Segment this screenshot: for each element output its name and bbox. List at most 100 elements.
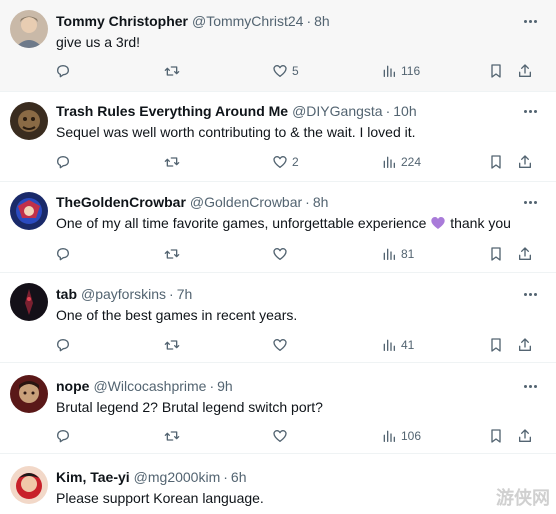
separator-dot: · — [169, 286, 174, 302]
display-name[interactable]: Tommy Christopher — [56, 13, 188, 29]
more-icon[interactable] — [520, 102, 540, 120]
reply-feed: Tommy Christopher @TommyChrist24 · 8h give … — [0, 0, 556, 514]
reply-button[interactable] — [55, 335, 75, 355]
bookmark-button[interactable] — [488, 61, 504, 81]
retweet-icon — [164, 157, 180, 167]
tweet-actions: 5 116 — [0, 61, 556, 81]
tweet-header: Trash Rules Everything Around Me @DIYGang… — [56, 102, 516, 120]
retweet-icon — [164, 249, 180, 259]
user-handle[interactable]: @payforskins — [81, 286, 166, 302]
like-count: 5 — [292, 64, 299, 78]
timestamp[interactable]: 6h — [231, 469, 247, 485]
bookmark-icon — [491, 155, 501, 169]
share-button[interactable] — [517, 244, 533, 264]
retweet-button[interactable] — [164, 426, 184, 446]
heart-icon — [273, 156, 287, 168]
avatar-photo — [10, 10, 48, 48]
like-button[interactable]: 5 — [272, 61, 299, 81]
views-icon — [383, 156, 395, 168]
share-button[interactable] — [517, 152, 533, 172]
avatar[interactable] — [10, 283, 48, 321]
reply-icon — [57, 156, 69, 169]
avatar[interactable] — [10, 102, 48, 140]
user-handle[interactable]: @TommyChrist24 — [192, 13, 303, 29]
tweet[interactable]: TheGoldenCrowbar @GoldenCrowbar · 8h One of… — [0, 182, 556, 273]
retweet-icon — [164, 431, 180, 441]
purple-heart-emoji — [430, 215, 446, 236]
display-name[interactable]: Trash Rules Everything Around Me — [56, 103, 288, 119]
tweet[interactable]: Kim, Tae-yi @mg2000kim · 6h Please support … — [0, 454, 556, 514]
user-handle[interactable]: @GoldenCrowbar — [190, 194, 302, 210]
like-button[interactable] — [272, 335, 292, 355]
tweet-text-part: One of my all time favorite games, unfor… — [56, 215, 427, 231]
bookmark-button[interactable] — [488, 152, 504, 172]
bookmark-button[interactable] — [488, 426, 504, 446]
more-icon[interactable] — [520, 285, 540, 303]
retweet-button[interactable] — [164, 335, 184, 355]
views-icon — [383, 248, 395, 260]
tweet[interactable]: Tommy Christopher @TommyChrist24 · 8h give … — [0, 0, 556, 92]
retweet-button[interactable] — [164, 152, 184, 172]
retweet-button[interactable] — [164, 244, 184, 264]
heart-icon — [273, 65, 287, 77]
bookmark-button[interactable] — [488, 244, 504, 264]
user-handle[interactable]: @Wilcocashprime — [93, 378, 206, 394]
views-count: 106 — [401, 429, 422, 443]
separator-dot: · — [305, 194, 310, 210]
tweet[interactable]: Trash Rules Everything Around Me @DIYGang… — [0, 92, 556, 182]
views-button[interactable]: 106 — [381, 426, 421, 446]
display-name[interactable]: Kim, Tae-yi — [56, 469, 130, 485]
bookmark-icon — [491, 429, 501, 443]
timestamp[interactable]: 7h — [177, 286, 193, 302]
reply-button[interactable] — [55, 244, 75, 264]
user-handle[interactable]: @mg2000kim — [134, 469, 221, 485]
share-button[interactable] — [517, 61, 533, 81]
reply-button[interactable] — [55, 61, 75, 81]
retweet-button[interactable] — [164, 61, 184, 81]
share-button[interactable] — [517, 335, 533, 355]
display-name[interactable]: TheGoldenCrowbar — [56, 194, 186, 210]
bookmark-button[interactable] — [488, 335, 504, 355]
tweet[interactable]: tab @payforskins · 7h One of the best games… — [0, 273, 556, 363]
timestamp[interactable]: 10h — [393, 103, 416, 119]
avatar-photo — [10, 192, 48, 230]
display-name[interactable]: tab — [56, 286, 77, 302]
tweet-actions: 81 — [0, 244, 556, 264]
separator-dot: · — [223, 469, 228, 485]
tweet-header: tab @payforskins · 7h — [56, 285, 516, 303]
like-button[interactable] — [272, 244, 292, 264]
like-button[interactable] — [272, 426, 292, 446]
like-button[interactable]: 2 — [272, 152, 299, 172]
share-button[interactable] — [517, 426, 533, 446]
timestamp[interactable]: 9h — [217, 378, 233, 394]
reply-icon — [57, 248, 69, 261]
tweet[interactable]: nope @Wilcocashprime · 9h Brutal legend 2? … — [0, 363, 556, 454]
avatar[interactable] — [10, 192, 48, 230]
views-button[interactable]: 81 — [381, 244, 414, 264]
timestamp[interactable]: 8h — [313, 194, 329, 210]
user-handle[interactable]: @DIYGangsta — [292, 103, 382, 119]
avatar[interactable] — [10, 10, 48, 48]
display-name[interactable]: nope — [56, 378, 89, 394]
tweet-text: One of my all time favorite games, unfor… — [56, 213, 540, 236]
tweet-header: Kim, Tae-yi @mg2000kim · 6h — [56, 468, 516, 486]
views-icon — [383, 339, 395, 351]
more-icon[interactable] — [520, 12, 540, 30]
retweet-icon — [164, 66, 180, 76]
tweet-header: Tommy Christopher @TommyChrist24 · 8h — [56, 12, 516, 30]
views-button[interactable]: 41 — [381, 335, 414, 355]
reply-button[interactable] — [55, 426, 75, 446]
tweet-text: One of the best games in recent years. — [56, 307, 298, 323]
views-button[interactable]: 116 — [381, 61, 420, 81]
tweet-text: give us a 3rd! — [56, 34, 141, 50]
avatar[interactable] — [10, 375, 48, 413]
more-icon[interactable] — [520, 377, 540, 395]
like-count: 2 — [292, 155, 299, 169]
avatar[interactable] — [10, 466, 48, 504]
reply-button[interactable] — [55, 152, 75, 172]
more-icon[interactable] — [520, 193, 540, 211]
avatar-photo — [10, 102, 48, 140]
views-count: 116 — [401, 64, 421, 78]
timestamp[interactable]: 8h — [314, 13, 330, 29]
views-button[interactable]: 224 — [381, 152, 421, 172]
